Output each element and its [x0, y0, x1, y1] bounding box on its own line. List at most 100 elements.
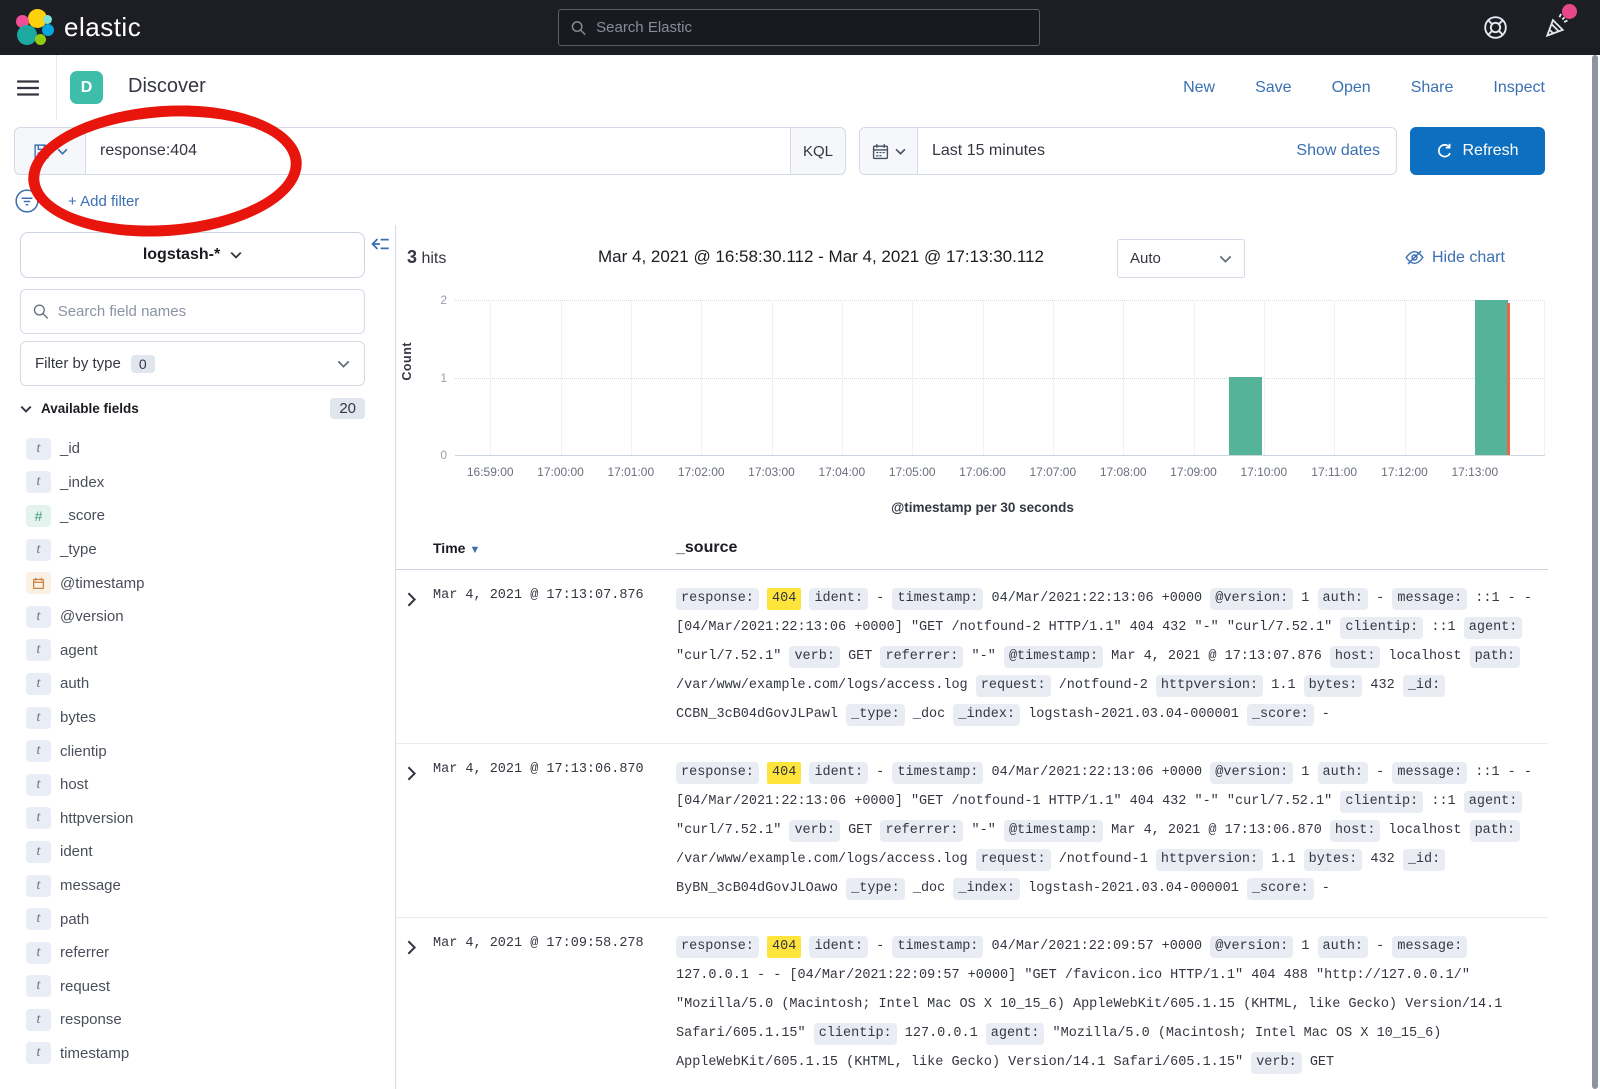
time-range-value[interactable]: Last 15 minutes: [932, 142, 1296, 160]
field-name: _id: [60, 440, 80, 457]
search-icon: [571, 20, 586, 36]
histogram-bar-17:13:00[interactable]: [1475, 300, 1508, 455]
grid-line: [1123, 300, 1124, 455]
filter-icon[interactable]: [14, 188, 40, 214]
elastic-logo[interactable]: elastic: [16, 9, 141, 47]
collapse-sidebar-button[interactable]: [370, 234, 390, 259]
field-item-_type[interactable]: t_type: [26, 533, 366, 567]
field-item-timestamp[interactable]: ttimestamp: [26, 1037, 366, 1071]
field-list: t_idt_index#_scoret_type@timestampt@vers…: [26, 432, 366, 1070]
refresh-button[interactable]: Refresh: [1410, 127, 1545, 175]
save-button[interactable]: Save: [1255, 79, 1291, 97]
field-item-@version[interactable]: t@version: [26, 600, 366, 634]
histogram-bar-17:09:30[interactable]: [1229, 377, 1262, 455]
filter-type-count-badge: 0: [131, 355, 155, 373]
table-row: Mar 4, 2021 @ 17:13:06.870response: 404 …: [396, 744, 1548, 918]
field-type-icon: t: [26, 740, 51, 762]
field-item-agent[interactable]: tagent: [26, 634, 366, 668]
date-quick-select-button[interactable]: [860, 128, 918, 174]
field-name: host: [60, 776, 88, 793]
field-item-_score[interactable]: #_score: [26, 499, 366, 533]
global-header: elastic: [0, 0, 1600, 55]
new-button[interactable]: New: [1183, 79, 1215, 97]
field-item-referrer[interactable]: treferrer: [26, 936, 366, 970]
doc-timestamp: Mar 4, 2021 @ 17:13:06.870: [433, 758, 676, 777]
field-item-message[interactable]: tmessage: [26, 869, 366, 903]
expand-row-button[interactable]: [396, 584, 433, 612]
field-item-path[interactable]: tpath: [26, 902, 366, 936]
field-type-icon: t: [26, 774, 51, 796]
interval-select[interactable]: Auto: [1117, 239, 1245, 278]
field-type-icon: t: [26, 875, 51, 897]
field-name: agent: [60, 642, 98, 659]
field-item-ident[interactable]: tident: [26, 835, 366, 869]
source-column-header: _source: [676, 539, 1548, 557]
share-button[interactable]: Share: [1411, 79, 1454, 97]
available-fields-header[interactable]: Available fields 20: [20, 398, 365, 419]
kibana-discover-page: elastic: [0, 0, 1600, 1089]
refresh-icon: [1436, 143, 1453, 160]
x-axis-tick: 17:07:00: [1013, 465, 1093, 479]
y-axis-tick: 2: [425, 293, 447, 307]
x-axis-tick: 17:09:00: [1154, 465, 1234, 479]
x-axis-tick: 17:11:00: [1294, 465, 1374, 479]
y-axis-tick: 1: [425, 371, 447, 385]
field-type-icon: [26, 572, 51, 594]
discover-app-badge[interactable]: D: [70, 71, 103, 104]
eye-closed-icon: [1405, 248, 1424, 267]
time-column-header[interactable]: Time▼: [433, 540, 676, 556]
grid-line: [490, 300, 491, 455]
field-item-host[interactable]: thost: [26, 768, 366, 802]
field-type-icon: t: [26, 1009, 51, 1031]
field-item-response[interactable]: tresponse: [26, 1003, 366, 1037]
grid-line: [842, 300, 843, 455]
doc-timestamp: Mar 4, 2021 @ 17:09:58.278: [433, 932, 676, 951]
histogram-chart[interactable]: 01216:59:0017:00:0017:01:0017:02:0017:03…: [455, 300, 1545, 455]
field-item-clientip[interactable]: tclientip: [26, 734, 366, 768]
expand-row-button[interactable]: [396, 932, 433, 960]
global-search-input[interactable]: [596, 19, 1027, 36]
field-type-icon: t: [26, 471, 51, 493]
hide-chart-button[interactable]: Hide chart: [1405, 248, 1505, 267]
field-item-bytes[interactable]: tbytes: [26, 701, 366, 735]
chevron-down-icon: [20, 405, 32, 413]
field-type-icon: t: [26, 841, 51, 863]
global-search-box[interactable]: [558, 9, 1040, 46]
add-filter-button[interactable]: + Add filter: [68, 193, 139, 210]
index-pattern-select[interactable]: logstash-*: [20, 232, 365, 278]
grid-line: [983, 300, 984, 455]
news-feed-button[interactable]: [1544, 12, 1570, 43]
filter-by-type-select[interactable]: Filter by type 0: [20, 341, 365, 386]
field-name: path: [60, 911, 89, 928]
chart-x-axis-label: @timestamp per 30 seconds: [455, 500, 1510, 515]
field-search-input[interactable]: [58, 303, 352, 320]
field-type-icon: t: [26, 539, 51, 561]
nav-menu-button[interactable]: [0, 55, 57, 120]
query-bar: KQL Last 15 minutes Show dates Refresh: [14, 127, 1545, 175]
query-input-wrapper: [86, 127, 791, 175]
header-actions: New Save Open Share Inspect: [1183, 55, 1545, 120]
inspect-button[interactable]: Inspect: [1493, 79, 1545, 97]
field-item-httpversion[interactable]: thttpversion: [26, 802, 366, 836]
vertical-scrollbar[interactable]: [1592, 55, 1598, 1089]
field-search-box[interactable]: [20, 289, 365, 334]
open-button[interactable]: Open: [1332, 79, 1371, 97]
saved-query-menu-button[interactable]: [14, 127, 86, 175]
app-header: D Discover New Save Open Share Inspect: [0, 55, 1600, 120]
field-item-_id[interactable]: t_id: [26, 432, 366, 466]
x-axis-tick: 17:03:00: [732, 465, 812, 479]
field-item-@timestamp[interactable]: @timestamp: [26, 566, 366, 600]
chevron-down-icon: [230, 251, 242, 259]
filter-bar: + Add filter: [14, 186, 139, 216]
show-dates-button[interactable]: Show dates: [1296, 142, 1380, 160]
query-language-button[interactable]: KQL: [791, 127, 846, 175]
query-input[interactable]: [100, 142, 776, 160]
field-item-auth[interactable]: tauth: [26, 667, 366, 701]
expand-row-button[interactable]: [396, 758, 433, 786]
field-name: _score: [60, 507, 105, 524]
field-item-_index[interactable]: t_index: [26, 466, 366, 500]
help-icon[interactable]: [1483, 15, 1508, 40]
calendar-icon: [872, 143, 889, 160]
table-row: Mar 4, 2021 @ 17:09:58.278response: 404 …: [396, 918, 1548, 1089]
field-item-request[interactable]: trequest: [26, 970, 366, 1004]
